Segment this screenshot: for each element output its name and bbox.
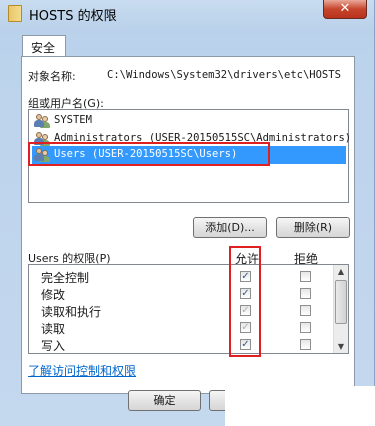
permission-name: 读取和执行 — [41, 305, 102, 319]
white-overlay — [225, 386, 375, 426]
object-path: C:\Windows\System32\drivers\etc\HOSTS — [107, 69, 341, 81]
list-item[interactable]: SYSTEM — [32, 112, 346, 130]
help-link[interactable]: 了解访问控制和权限 — [28, 362, 136, 379]
ok-button[interactable]: 确定 — [128, 390, 201, 411]
object-name-label: 对象名称: — [28, 70, 76, 83]
window-title: HOSTS 的权限 — [29, 9, 117, 24]
deny-checkbox[interactable] — [300, 305, 311, 316]
permission-row: 修改 ✓ — [29, 285, 334, 302]
close-button[interactable]: ✕ — [323, 0, 367, 19]
scroll-thumb[interactable] — [335, 280, 347, 324]
permission-name: 完全控制 — [41, 271, 90, 285]
folder-icon — [8, 5, 22, 22]
scroll-down-arrow[interactable]: ▼ — [334, 340, 348, 353]
permissions-scrollbar[interactable]: ▲ ▼ — [333, 265, 348, 353]
deny-checkbox[interactable] — [300, 271, 311, 282]
permission-name: 修改 — [41, 288, 66, 302]
permission-row: 读取和执行 ✓ — [29, 302, 334, 319]
scroll-up-arrow[interactable]: ▲ — [334, 265, 348, 278]
annotation-box-users — [28, 142, 270, 166]
title-bar: HOSTS 的权限 ✕ — [0, 0, 375, 28]
add-button[interactable]: 添加(D)... — [193, 217, 267, 238]
deny-checkbox[interactable] — [300, 322, 311, 333]
permission-name: 写入 — [41, 339, 66, 353]
permission-name: 读取 — [41, 322, 66, 336]
users-icon — [34, 113, 50, 128]
remove-button[interactable]: 删除(R) — [276, 217, 350, 238]
permission-row: 写入 ✓ — [29, 336, 334, 353]
annotation-box-allow — [229, 246, 261, 357]
permissions-dialog: HOSTS 的权限 ✕ 安全 对象名称: C:\Windows\System32… — [0, 0, 375, 426]
deny-checkbox[interactable] — [300, 339, 311, 350]
permission-row: 读取 ✓ — [29, 319, 334, 336]
permission-row: 完全控制 ✓ — [29, 268, 334, 285]
tab-security[interactable]: 安全 — [22, 35, 66, 57]
permissions-list: 完全控制 ✓ 修改 ✓ 读取和执行 ✓ 读取 ✓ 写入 ✓ — [28, 264, 349, 354]
user-label: SYSTEM — [54, 114, 92, 126]
deny-checkbox[interactable] — [300, 288, 311, 299]
